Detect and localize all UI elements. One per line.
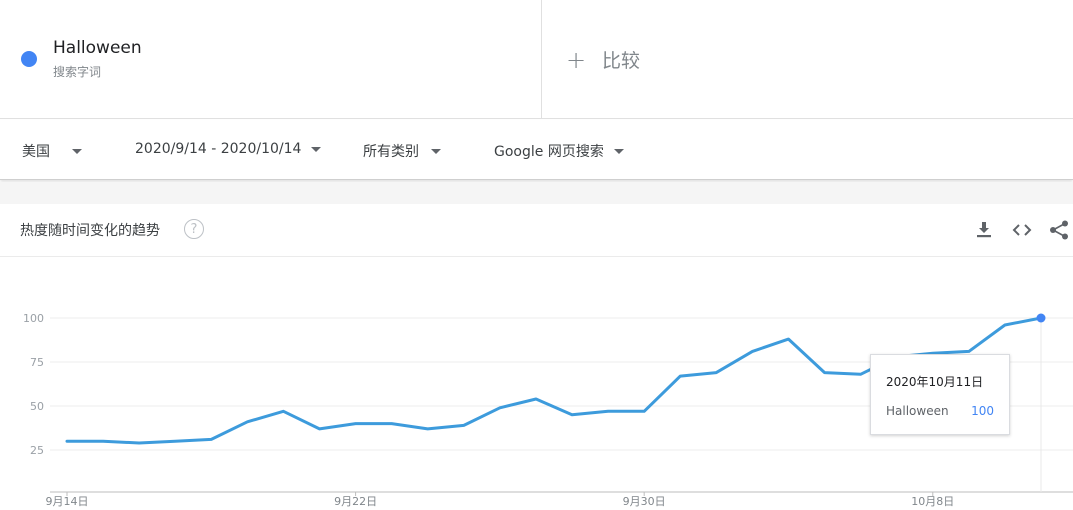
card-title: 热度随时间变化的趋势 xyxy=(20,223,160,239)
tooltip-value: 100 xyxy=(971,404,994,418)
chevron-down-icon xyxy=(431,148,441,154)
y-tick-label: 75 xyxy=(30,356,44,369)
filter-bar: 美国 2020/9/14 - 2020/10/14 所有类别 Google 网页… xyxy=(0,120,1073,180)
tooltip-term: Halloween xyxy=(886,404,949,418)
embed-icon[interactable] xyxy=(1010,218,1034,242)
chevron-down-icon xyxy=(72,148,82,154)
search-term-bar: Halloween 搜索字词 + 比较 xyxy=(0,0,1073,119)
download-icon[interactable] xyxy=(972,218,996,242)
y-tick-label: 50 xyxy=(30,400,44,413)
term-type: 搜索字词 xyxy=(53,65,102,79)
chevron-down-icon xyxy=(311,146,322,152)
category-label: 所有类别 xyxy=(363,144,419,160)
property-label: Google 网页搜索 xyxy=(494,144,604,160)
share-icon[interactable] xyxy=(1047,218,1071,242)
category-dropdown[interactable]: 所有类别 xyxy=(363,141,441,161)
help-icon[interactable]: ? xyxy=(184,219,204,239)
section-gap xyxy=(0,182,1073,204)
y-tick-label: 25 xyxy=(30,444,44,457)
plus-icon: + xyxy=(566,45,587,74)
search-term-card[interactable]: Halloween 搜索字词 xyxy=(0,0,542,119)
compare-button[interactable]: + 比较 xyxy=(566,46,640,73)
x-tick-label: 9月30日 xyxy=(623,495,666,508)
card-header: 热度随时间变化的趋势 ? xyxy=(0,204,1073,257)
highlighted-data-point[interactable] xyxy=(1036,313,1046,323)
date-range-dropdown[interactable]: 2020/9/14 - 2020/10/14 xyxy=(135,141,322,157)
compare-label: 比较 xyxy=(602,50,641,72)
term-name[interactable]: Halloween xyxy=(53,38,142,58)
x-tick-label: 9月14日 xyxy=(46,495,89,508)
tooltip-date: 2020年10月11日 xyxy=(886,375,984,389)
y-tick-label: 100 xyxy=(23,312,44,325)
x-tick-label: 10月8日 xyxy=(911,495,954,508)
chevron-down-icon xyxy=(613,148,624,154)
date-range-label: 2020/9/14 - 2020/10/14 xyxy=(135,141,302,157)
region-label: 美国 xyxy=(22,144,50,160)
region-dropdown[interactable]: 美国 xyxy=(22,141,82,161)
term-color-dot xyxy=(21,51,37,67)
property-dropdown[interactable]: Google 网页搜索 xyxy=(494,141,624,161)
x-tick-label: 9月22日 xyxy=(334,495,377,508)
data-tooltip: 2020年10月11日 Halloween 100 xyxy=(870,354,1010,435)
